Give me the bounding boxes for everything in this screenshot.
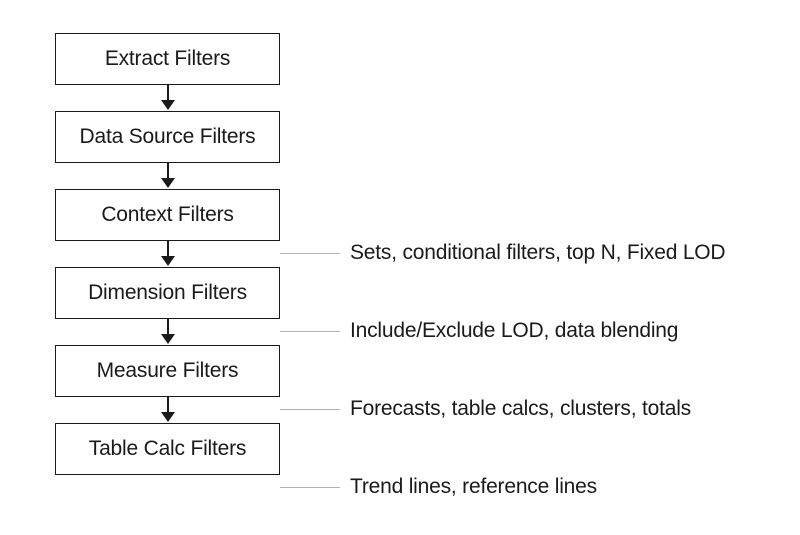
annot-forecasts-totals: Forecasts, table calcs, clusters, totals: [350, 397, 691, 421]
stage-data-source-filters: Data Source Filters: [55, 111, 280, 163]
annot-line-4: [280, 487, 340, 488]
stage-context-filters: Context Filters: [55, 189, 280, 241]
annot-line-1: [280, 253, 340, 254]
stage-table-calc-filters: Table Calc Filters: [55, 423, 280, 475]
stage-dimension-filters: Dimension Filters: [55, 267, 280, 319]
annot-trend-reference: Trend lines, reference lines: [350, 475, 597, 499]
annot-line-2: [280, 331, 340, 332]
stage-extract-filters: Extract Filters: [55, 33, 280, 85]
annot-line-3: [280, 409, 340, 410]
stage-measure-filters: Measure Filters: [55, 345, 280, 397]
annot-include-exclude: Include/Exclude LOD, data blending: [350, 319, 678, 343]
annot-sets-fixed-lod: Sets, conditional filters, top N, Fixed …: [350, 241, 725, 265]
